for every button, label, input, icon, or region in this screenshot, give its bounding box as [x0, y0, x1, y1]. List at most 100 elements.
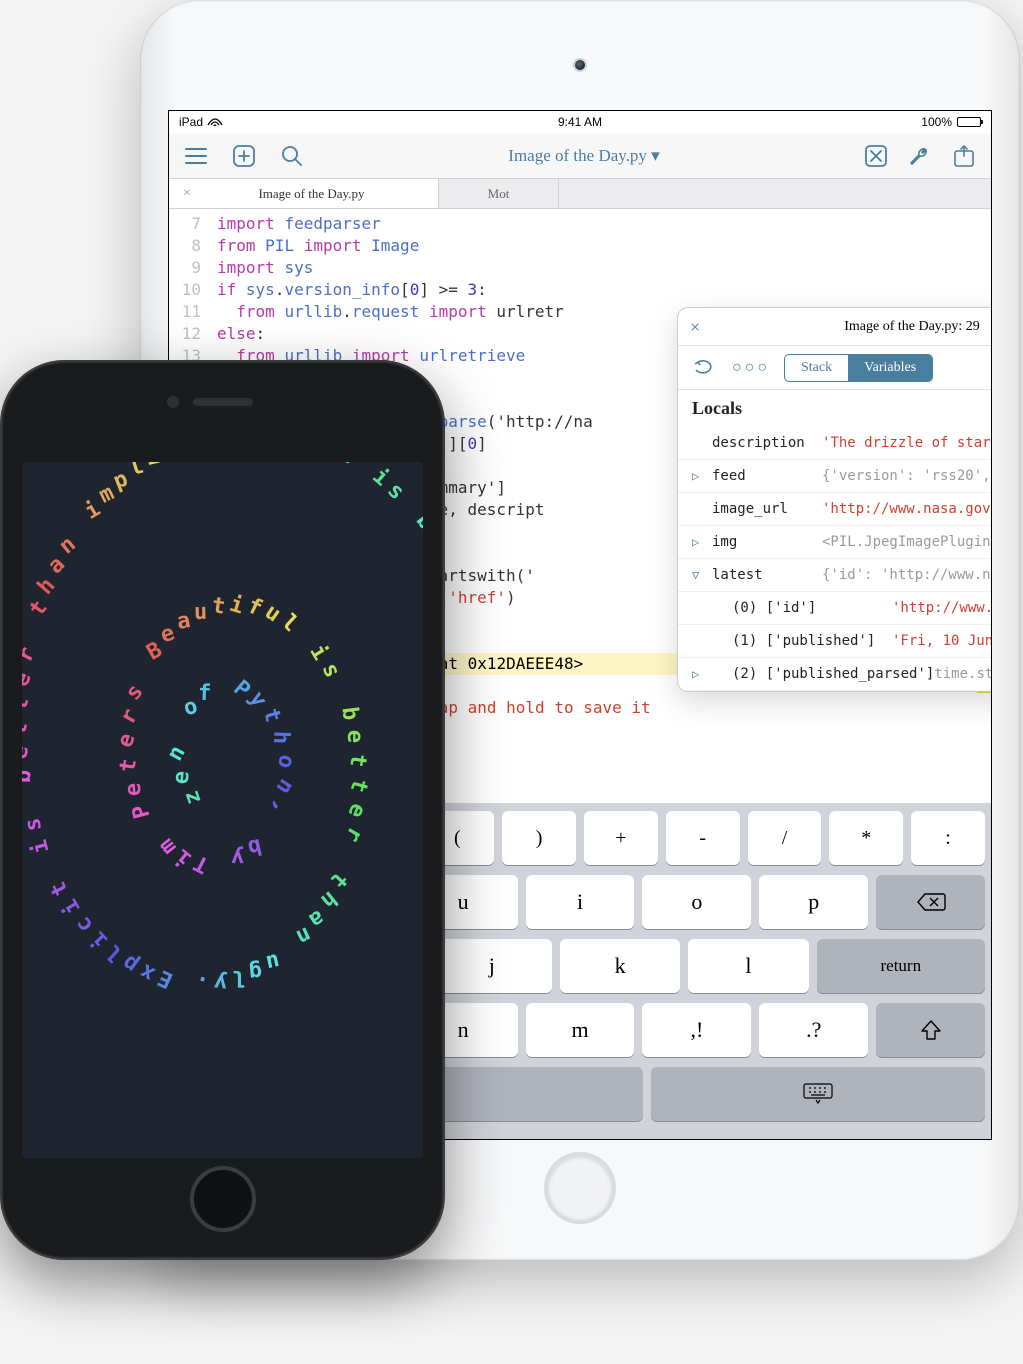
zen-char: i [80, 496, 104, 524]
variable-name: latest [712, 567, 822, 583]
key[interactable]: ,! [642, 1003, 751, 1057]
expand-caret-icon[interactable]: ▽ [692, 568, 699, 582]
key-return[interactable]: return [817, 939, 985, 993]
locals-heading: Locals [678, 390, 992, 427]
tab-label: Mot [488, 186, 510, 202]
zen-char: y [212, 969, 228, 995]
key[interactable]: m [526, 1003, 635, 1057]
zen-char: t [115, 757, 142, 774]
zen-char: t [22, 694, 34, 714]
variable-name: feed [712, 468, 822, 484]
iphone-earpiece [167, 396, 279, 408]
zen-char: r [22, 643, 41, 666]
key-backspace[interactable] [876, 875, 985, 929]
code-line[interactable]: import sys [217, 257, 991, 279]
variable-row[interactable]: (1) ['published']'Fri, 10 Jun 2016 09:5… [678, 625, 992, 658]
zen-char: a [305, 905, 330, 933]
stop-icon[interactable] [863, 143, 889, 169]
zen-char [22, 793, 40, 808]
key[interactable]: l [688, 939, 808, 993]
zen-char: n [292, 921, 315, 949]
zen-char: s [22, 816, 47, 833]
variable-name: description [712, 435, 822, 451]
zen-char: t [345, 776, 373, 795]
wrench-icon[interactable] [907, 143, 933, 169]
expand-caret-icon[interactable]: ▷ [692, 469, 699, 483]
variable-value: {'version': 'rss20', 'feed': {'docs': '… [822, 468, 992, 484]
zen-char: l [231, 965, 244, 990]
zen-char [397, 492, 423, 518]
variable-row[interactable]: description'The drizzle of stars scatter… [678, 427, 992, 460]
ipad-home-button[interactable] [544, 1152, 616, 1224]
zen-char [278, 936, 299, 964]
key[interactable]: * [829, 811, 903, 865]
zen-char [327, 681, 355, 700]
zen-char: t [345, 753, 372, 770]
key-shift[interactable] [876, 1003, 985, 1057]
code-line[interactable]: from PIL import Image [217, 235, 991, 257]
zen-char: i [58, 895, 86, 919]
zen-char: s [121, 680, 149, 706]
debugger-title: Image of the Day.py: 29 [844, 319, 980, 335]
zen-char [66, 513, 91, 541]
key[interactable]: - [666, 811, 740, 865]
search-icon[interactable] [279, 143, 305, 169]
zen-char: f [198, 681, 212, 706]
variable-name: (1) ['published'] [732, 633, 892, 649]
zen-char: t [210, 594, 226, 621]
close-icon[interactable]: × [183, 186, 191, 202]
menu-icon[interactable] [183, 143, 209, 169]
ipad-camera [573, 58, 587, 72]
expand-caret-icon[interactable]: ▷ [692, 667, 699, 681]
key[interactable]: p [759, 875, 868, 929]
segment-variables[interactable]: Variables [848, 355, 932, 381]
device-label: iPad [179, 115, 203, 129]
zen-char: b [245, 833, 264, 860]
variable-value: <PIL.JpegImagePlugin.JpegImageFile… [822, 534, 992, 550]
toolbar: Image of the Day.py ▾ [169, 133, 991, 179]
variable-row[interactable]: ▷ feed{'version': 'rss20', 'feed': {'docs… [678, 460, 992, 493]
tab-inactive[interactable]: Mot [439, 179, 559, 208]
variable-value: 'The drizzle of stars scattered… [822, 435, 992, 451]
key[interactable]: .? [759, 1003, 868, 1057]
zen-char: l [127, 462, 147, 482]
variable-row[interactable]: ▷(2) ['published_parsed']time.struct_ti… [678, 658, 992, 691]
key-keyboard-icon[interactable] [651, 1067, 985, 1121]
iphone-home-button[interactable] [190, 1166, 256, 1232]
variable-row[interactable]: (0) ['id']'http://www.nasa.gov/image-fea… [678, 592, 992, 625]
zen-char: e [113, 731, 141, 752]
document-title[interactable]: Image of the Day.py ▾ [305, 146, 863, 166]
variable-row[interactable]: ▷img<PIL.JpegImagePlugin.JpegImageFile…👁 [678, 526, 992, 559]
step-back-icon[interactable] [692, 355, 718, 381]
more-icon[interactable]: ○○○ [738, 355, 764, 381]
segmented-control: Stack Variables [784, 354, 933, 382]
debugger-toolbar: ○○○ Stack Variables [678, 346, 992, 390]
variable-row[interactable]: ▽latest{'id': 'http://www.nasa.gov/image… [678, 559, 992, 592]
zen-char: b [22, 770, 36, 784]
variable-row[interactable]: image_url'http://www.nasa.gov/sites/defa… [678, 493, 992, 526]
zen-char: r [115, 704, 143, 728]
key[interactable]: j [432, 939, 552, 993]
zen-char: i [144, 462, 162, 471]
segment-stack[interactable]: Stack [785, 355, 848, 381]
add-icon[interactable] [231, 143, 257, 169]
tab-active[interactable]: × Image of the Day.py [169, 179, 439, 208]
iphone-screen: zen of Python, by Tim Peters Beautiful i… [22, 462, 423, 1158]
key[interactable]: + [584, 811, 658, 865]
zen-char: n [163, 742, 191, 766]
share-icon[interactable] [951, 143, 977, 169]
key[interactable]: ) [502, 811, 576, 865]
key[interactable]: / [748, 811, 822, 865]
code-line[interactable]: if sys.version_info[0] >= 3: [217, 279, 991, 301]
variable-value: 'Fri, 10 Jun 2016 09:5… [892, 633, 992, 649]
key[interactable]: : [911, 811, 985, 865]
expand-caret-icon[interactable]: ▷ [692, 535, 699, 549]
key[interactable]: k [560, 939, 680, 993]
key[interactable]: o [642, 875, 751, 929]
close-icon[interactable]: × [690, 318, 700, 336]
key[interactable]: i [526, 875, 635, 929]
zen-char: o [271, 751, 299, 771]
zen-char: g [248, 958, 264, 984]
zen-char: e [342, 730, 367, 744]
code-line[interactable]: import feedparser [217, 213, 991, 235]
